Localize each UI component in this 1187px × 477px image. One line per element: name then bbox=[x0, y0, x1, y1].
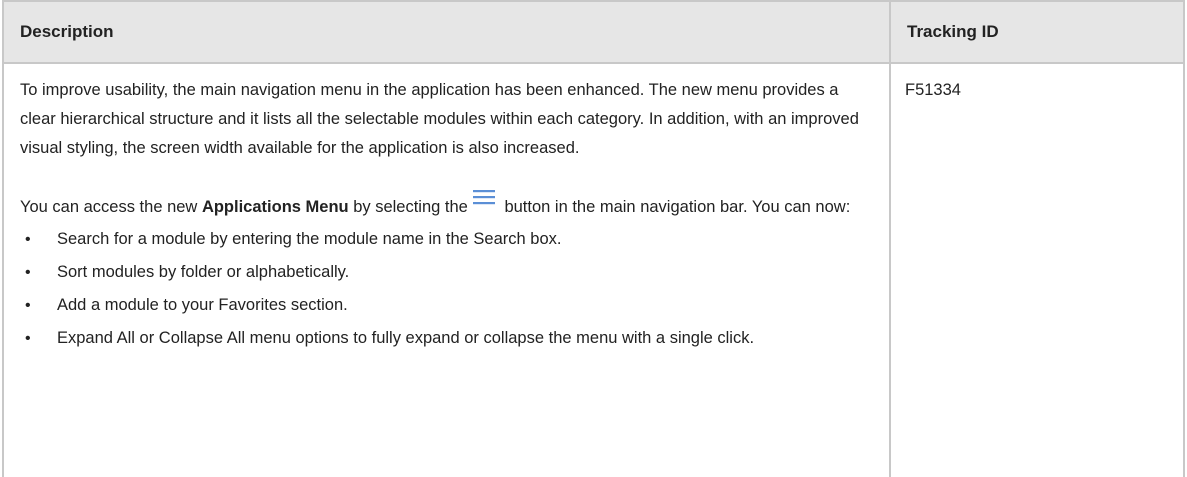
list-item-text: Expand All or Collapse All menu options … bbox=[57, 329, 755, 347]
list-item: • Add a module to your Favorites section. bbox=[20, 292, 875, 319]
access-text-prefix: You can access the new bbox=[20, 198, 202, 216]
release-notes-table: Description Tracking ID To improve usabi… bbox=[2, 0, 1185, 477]
description-cell: To improve usability, the main navigatio… bbox=[4, 64, 891, 477]
description-column-header: Description bbox=[4, 2, 891, 62]
applications-menu-term: Applications Menu bbox=[201, 198, 349, 216]
list-item-text: Add a module to your Favorites section. bbox=[57, 296, 348, 314]
bullet-icon: • bbox=[25, 330, 31, 347]
intro-paragraph: To improve usability, the main navigatio… bbox=[20, 81, 859, 157]
list-item-text: Sort modules by folder or alphabetically… bbox=[57, 263, 350, 281]
bullet-icon: • bbox=[25, 231, 31, 248]
table-row: To improve usability, the main navigatio… bbox=[4, 64, 1183, 477]
feature-list: • Search for a module by entering the mod… bbox=[20, 226, 875, 352]
tracking-id-column-header: Tracking ID bbox=[907, 22, 999, 41]
table-header-row: Description Tracking ID bbox=[4, 2, 1183, 64]
list-item: • Expand All or Collapse All menu options… bbox=[20, 325, 875, 352]
access-paragraph: You can access the new Applications Menu… bbox=[20, 186, 875, 222]
list-item: • Search for a module by entering the mod… bbox=[20, 226, 875, 253]
tracking-id-cell: F51334 bbox=[905, 81, 961, 99]
hamburger-menu-icon bbox=[472, 186, 496, 208]
bullet-icon: • bbox=[25, 297, 31, 314]
bullet-icon: • bbox=[25, 264, 31, 281]
access-text-suffix: button in the main navigation bar. You c… bbox=[499, 198, 851, 216]
access-text-middle: by selecting the bbox=[348, 198, 468, 216]
list-item-text: Search for a module by entering the modu… bbox=[57, 230, 562, 248]
list-item: • Sort modules by folder or alphabeticall… bbox=[20, 259, 875, 286]
